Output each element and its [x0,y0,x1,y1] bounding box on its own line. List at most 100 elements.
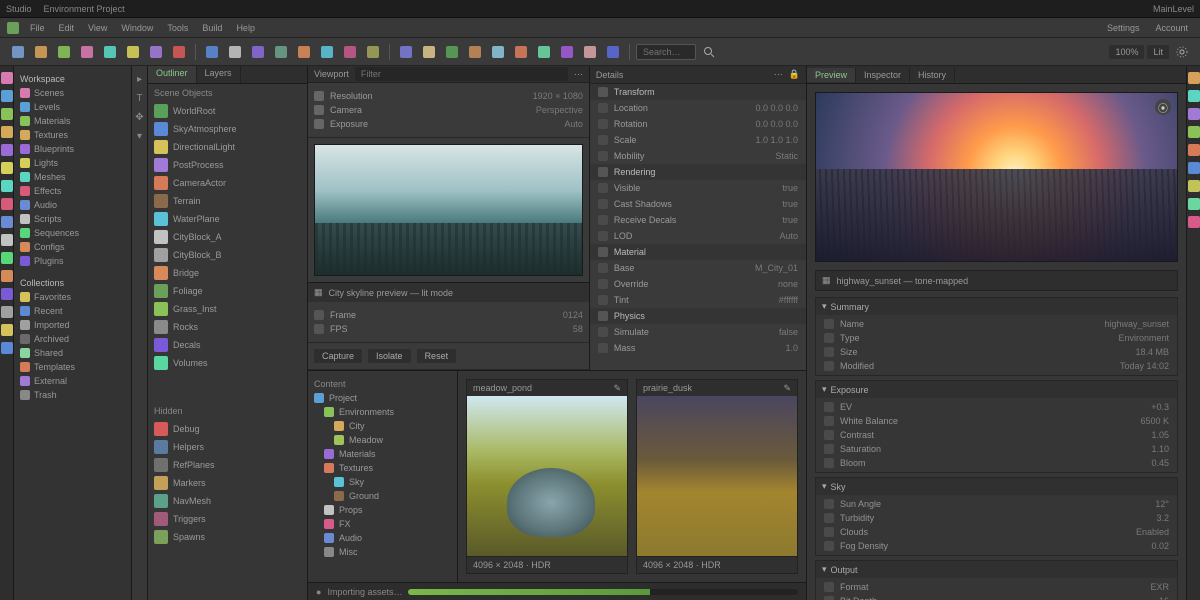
rail-r-icon-0[interactable] [1188,72,1200,84]
tree-item[interactable]: Textures [308,461,457,475]
edit-icon[interactable]: ✎ [783,383,791,394]
property-row[interactable]: Namehighway_sunset [816,317,1177,331]
toolbar-button-6[interactable] [146,42,166,62]
rail-icon-14[interactable] [1,324,13,336]
edit-icon[interactable]: ✎ [613,383,621,394]
toolbar-button-12[interactable] [294,42,314,62]
outliner-item[interactable]: Helpers [148,438,307,456]
toolbar-search-input[interactable] [636,44,696,60]
outliner-item[interactable]: Grass_Inst [148,300,307,318]
nav-item-configs[interactable]: Configs [14,240,131,254]
outliner-item[interactable]: PostProcess [148,156,307,174]
detail-row[interactable]: Overridenone [590,276,806,292]
outliner-item[interactable]: Debug [148,420,307,438]
nav-item-sequences[interactable]: Sequences [14,226,131,240]
rail-icon-2[interactable] [1,108,13,120]
move-tool-icon[interactable]: ✥ [135,112,143,123]
pin-icon[interactable]: ⦿ [1155,99,1171,115]
nav-item-audio[interactable]: Audio [14,198,131,212]
outliner-item[interactable]: WorldRoot [148,102,307,120]
reset-button[interactable]: Reset [417,349,457,363]
property-row[interactable]: Sun Angle12° [816,497,1177,511]
rail-icon-10[interactable] [1,252,13,264]
toolbar-button-13[interactable] [317,42,337,62]
nav-item-external[interactable]: External [14,374,131,388]
detail-row[interactable]: Location0.0 0.0 0.0 [590,100,806,116]
outliner-item[interactable]: CityBlock_A [148,228,307,246]
tree-item[interactable]: Materials [308,447,457,461]
toolbar-button-0[interactable] [8,42,28,62]
toolbar-button-14[interactable] [340,42,360,62]
tree-item[interactable]: FX [308,517,457,531]
tab-preview[interactable]: Preview [807,68,856,82]
property-row[interactable]: White Balance6500 K [816,414,1177,428]
nav-item-favorites[interactable]: Favorites [14,290,131,304]
right-preview[interactable]: ⦿ [815,92,1178,262]
outliner-item[interactable]: CameraActor [148,174,307,192]
rail-icon-4[interactable] [1,144,13,156]
lock-icon[interactable]: 🔒 [789,69,800,80]
rail-icon-8[interactable] [1,216,13,228]
detail-row[interactable]: Simulatefalse [590,324,806,340]
tree-item[interactable]: Misc [308,545,457,559]
viewport-options-icon[interactable]: ⋯ [574,69,583,80]
rail-r-icon-7[interactable] [1188,198,1200,210]
nav-item-lights[interactable]: Lights [14,156,131,170]
detail-group-header[interactable]: Rendering [590,164,806,180]
nav-item-meshes[interactable]: Meshes [14,170,131,184]
menu-item-tools[interactable]: Tools [161,21,194,35]
rail-icon-6[interactable] [1,180,13,192]
prop-section-header[interactable]: ▾Summary [816,298,1177,315]
toolbar-button-8[interactable] [202,42,222,62]
thumbnail-card-1[interactable]: meadow_pond ✎ 4096 × 2048 · HDR [466,379,628,574]
rail-icon-7[interactable] [1,198,13,210]
outliner-item[interactable]: Triggers [148,510,307,528]
rail-r-icon-4[interactable] [1188,144,1200,156]
toolbar-button-4[interactable] [100,42,120,62]
outliner-item[interactable]: WaterPlane [148,210,307,228]
details-menu-icon[interactable]: ⋯ [774,69,783,80]
detail-group-header[interactable]: Physics [590,308,806,324]
search-icon[interactable] [699,42,719,62]
viewport-filter-input[interactable] [355,67,568,81]
nav-item-templates[interactable]: Templates [14,360,131,374]
rail-r-icon-1[interactable] [1188,90,1200,102]
tree-item[interactable]: Audio [308,531,457,545]
outliner-item[interactable]: RefPlanes [148,456,307,474]
outliner-item[interactable]: Markers [148,474,307,492]
tree-item[interactable]: Environments [308,405,457,419]
property-row[interactable]: TypeEnvironment [816,331,1177,345]
property-row[interactable]: Turbidity3.2 [816,511,1177,525]
toolbar-button-21[interactable] [511,42,531,62]
isolate-button[interactable]: Isolate [368,349,411,363]
property-row[interactable]: Size18.4 MB [816,345,1177,359]
toolbar-button-15[interactable] [363,42,383,62]
toolbar-button-25[interactable] [603,42,623,62]
rail-icon-13[interactable] [1,306,13,318]
outliner-item[interactable]: Rocks [148,318,307,336]
toolbar-button-17[interactable] [419,42,439,62]
outliner-item[interactable]: DirectionalLight [148,138,307,156]
rail-icon-11[interactable] [1,270,13,282]
zoom-label[interactable]: 100% [1109,45,1144,59]
outliner-item[interactable]: SkyAtmosphere [148,120,307,138]
nav-item-scenes[interactable]: Scenes [14,86,131,100]
menu-item-settings[interactable]: Settings [1101,21,1146,35]
nav-item-recent[interactable]: Recent [14,304,131,318]
property-row[interactable]: Contrast1.05 [816,428,1177,442]
menu-item-view[interactable]: View [82,21,113,35]
capture-button[interactable]: Capture [314,349,362,363]
nav-item-levels[interactable]: Levels [14,100,131,114]
toolbar-button-20[interactable] [488,42,508,62]
nav-item-blueprints[interactable]: Blueprints [14,142,131,156]
menu-item-account[interactable]: Account [1149,21,1194,35]
menu-item-file[interactable]: File [24,21,51,35]
tree-item[interactable]: Props [308,503,457,517]
toolbar-button-1[interactable] [31,42,51,62]
detail-row[interactable]: Scale1.0 1.0 1.0 [590,132,806,148]
rail-icon-1[interactable] [1,90,13,102]
tab-outliner[interactable]: Outliner [148,66,197,83]
toolbar-button-22[interactable] [534,42,554,62]
menu-item-help[interactable]: Help [230,21,261,35]
detail-row[interactable]: Receive Decalstrue [590,212,806,228]
